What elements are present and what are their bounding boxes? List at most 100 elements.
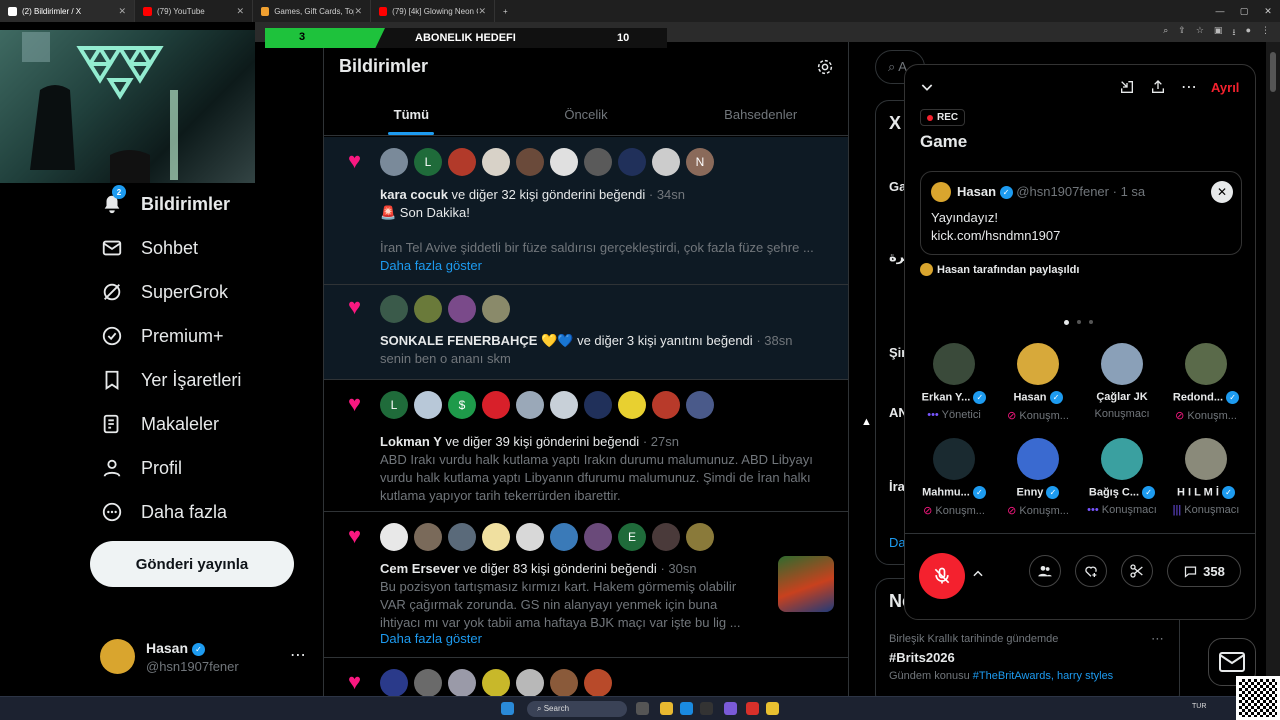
browser-tab-games[interactable]: Games, Gift Cards, Top-Ups & ... ✕ bbox=[253, 0, 371, 22]
extensions-icon[interactable]: ▣ bbox=[1214, 25, 1223, 41]
minimize-icon[interactable]: — bbox=[1208, 6, 1232, 16]
avatar[interactable] bbox=[448, 148, 476, 176]
taskbar-search[interactable]: ⌕ Search bbox=[527, 701, 627, 717]
trend-tag[interactable]: #Brits2026 bbox=[889, 650, 955, 665]
avatar[interactable] bbox=[686, 391, 714, 419]
notification-item[interactable]: ♥ bbox=[324, 658, 848, 696]
browser-tab-x-notifications[interactable]: (2) Bildirimler / X ✕ bbox=[0, 0, 135, 22]
file-explorer-icon[interactable] bbox=[660, 702, 673, 715]
related-trends[interactable]: #TheBritAwards, harry styles bbox=[973, 670, 1113, 682]
avatar[interactable] bbox=[414, 523, 442, 551]
avatar[interactable] bbox=[584, 391, 612, 419]
speaker-tile[interactable]: H I L M İ ✓ ||| Konuşmacı bbox=[1167, 438, 1245, 516]
avatar[interactable] bbox=[584, 148, 612, 176]
show-more-link[interactable]: Daha fazla göster bbox=[380, 630, 830, 648]
settings-gear-icon[interactable] bbox=[816, 58, 834, 81]
sidebar-item-profile[interactable]: Profil bbox=[100, 453, 182, 483]
avatar[interactable] bbox=[652, 391, 680, 419]
close-tab-icon[interactable]: ✕ bbox=[118, 6, 126, 17]
notification-item[interactable]: ♥ L $ Lokman Y ve diğer 39 kişi gönderin… bbox=[324, 380, 848, 512]
pinned-post[interactable]: Hasan ✓ @hsn1907fener · 1 sa ✕ Yayındayı… bbox=[920, 171, 1242, 255]
react-button[interactable] bbox=[1075, 555, 1107, 587]
discord-icon[interactable] bbox=[724, 702, 737, 715]
share-icon[interactable]: ⇪ bbox=[1178, 25, 1186, 41]
chrome-icon[interactable] bbox=[766, 702, 779, 715]
menu-icon[interactable]: ⋮ bbox=[1261, 25, 1270, 41]
avatar[interactable] bbox=[550, 391, 578, 419]
avatar[interactable] bbox=[516, 391, 544, 419]
account-switcher[interactable]: Hasan ✓ @hsn1907fener ⋯ bbox=[100, 639, 320, 679]
browser-tab-youtube-neon[interactable]: (79) [4k] Glowing Neon Circle... ✕ bbox=[371, 0, 495, 22]
avatar[interactable] bbox=[618, 148, 646, 176]
share-icon[interactable] bbox=[1150, 79, 1166, 100]
notification-item[interactable]: ♥ E Cem Ersever ve diğer 83 kişi gönderi… bbox=[324, 512, 848, 658]
avatar[interactable] bbox=[482, 523, 510, 551]
avatar[interactable] bbox=[686, 523, 714, 551]
sidebar-item-supergrok[interactable]: SuperGrok bbox=[100, 277, 228, 307]
avatar[interactable] bbox=[652, 523, 680, 551]
sidebar-item-bookmarks[interactable]: Yer İşaretleri bbox=[100, 365, 241, 395]
more-options-icon[interactable]: ⋯ bbox=[1151, 631, 1164, 647]
avatar[interactable] bbox=[448, 669, 476, 696]
carousel-dot[interactable] bbox=[1077, 320, 1081, 324]
speaker-tile[interactable]: Enny ✓ ⊘ Konuşm... bbox=[999, 438, 1077, 517]
actor-name[interactable]: Cem Ersever bbox=[380, 561, 460, 576]
avatar[interactable]: E bbox=[618, 523, 646, 551]
sidebar-item-more[interactable]: Daha fazla bbox=[100, 497, 227, 527]
avatar[interactable] bbox=[516, 523, 544, 551]
speaker-tile[interactable]: Erkan Y... ✓ ••• Yönetici bbox=[915, 343, 993, 421]
clip-button[interactable] bbox=[1121, 555, 1153, 587]
tab-all[interactable]: Tümü bbox=[324, 94, 499, 135]
avatar[interactable] bbox=[380, 669, 408, 696]
speaker-tile[interactable]: Mahmu... ✓ ⊘ Konuşm... bbox=[915, 438, 993, 517]
actor-name[interactable]: Lokman Y bbox=[380, 434, 442, 449]
show-more-link[interactable]: Daha fazla göster bbox=[380, 257, 830, 275]
mic-toggle-button[interactable] bbox=[919, 553, 965, 599]
avatar[interactable] bbox=[550, 148, 578, 176]
scrollbar-thumb[interactable] bbox=[1270, 52, 1276, 92]
comments-button[interactable]: 358 bbox=[1167, 555, 1241, 587]
close-icon[interactable]: ✕ bbox=[1211, 181, 1233, 203]
task-view-icon[interactable] bbox=[636, 702, 649, 715]
tab-mentions[interactable]: Bahsedenler bbox=[673, 94, 848, 135]
avatar[interactable] bbox=[652, 148, 680, 176]
chevron-up-icon[interactable] bbox=[971, 567, 985, 584]
speaker-tile[interactable]: Çağlar JK Konuşmacı bbox=[1083, 343, 1161, 420]
avatar[interactable] bbox=[618, 391, 646, 419]
more-options-icon[interactable]: ⋯ bbox=[290, 645, 306, 665]
avatar[interactable] bbox=[584, 523, 612, 551]
sidebar-item-premium[interactable]: Premium+ bbox=[100, 321, 224, 351]
avatar[interactable] bbox=[414, 295, 442, 323]
avatar[interactable] bbox=[516, 669, 544, 696]
post-link[interactable]: kick.com/hsndmn1907 bbox=[931, 228, 1060, 243]
close-tab-icon[interactable]: ✕ bbox=[478, 6, 486, 17]
actor-name[interactable]: SONKALE FENERBAHÇE 💛💙 bbox=[380, 333, 573, 348]
avatar[interactable] bbox=[380, 523, 408, 551]
actor-name[interactable]: kara cocuk bbox=[380, 187, 448, 202]
sidebar-item-chat[interactable]: Sohbet bbox=[100, 233, 198, 263]
language-indicator[interactable]: TUR bbox=[1192, 703, 1206, 710]
close-tab-icon[interactable]: ✕ bbox=[236, 6, 244, 17]
speaker-tile[interactable]: Redond... ✓ ⊘ Konuşm... bbox=[1167, 343, 1245, 422]
avatar[interactable] bbox=[380, 295, 408, 323]
tab-priority[interactable]: Öncelik bbox=[499, 94, 674, 135]
minimize-space-icon[interactable] bbox=[1119, 79, 1135, 100]
avatar[interactable] bbox=[448, 523, 476, 551]
maximize-icon[interactable]: ▢ bbox=[1232, 6, 1256, 17]
new-tab-button[interactable]: + bbox=[495, 0, 516, 22]
sidebar-item-notifications[interactable]: 2 Bildirimler bbox=[100, 185, 230, 219]
more-options-icon[interactable]: ⋯ bbox=[1181, 77, 1197, 97]
close-window-icon[interactable]: ✕ bbox=[1256, 6, 1280, 17]
notification-item[interactable]: ♥ L N kara cocuk ve diğer 32 kişi gönder… bbox=[324, 137, 848, 285]
browser-tab-youtube[interactable]: (79) YouTube ✕ bbox=[135, 0, 253, 22]
avatar[interactable] bbox=[584, 669, 612, 696]
speaker-tile[interactable]: Hasan ✓ ⊘ Konuşm... bbox=[999, 343, 1077, 422]
speaker-tile[interactable]: Bağış C... ✓ ••• Konuşmacı bbox=[1083, 438, 1161, 516]
avatar[interactable] bbox=[482, 669, 510, 696]
profile-icon[interactable]: ● bbox=[1246, 25, 1251, 41]
participants-button[interactable] bbox=[1029, 555, 1061, 587]
download-icon[interactable]: ⭳ bbox=[1232, 25, 1235, 41]
avatar[interactable]: N bbox=[686, 148, 714, 176]
avatar[interactable] bbox=[516, 148, 544, 176]
start-icon[interactable] bbox=[501, 702, 514, 715]
